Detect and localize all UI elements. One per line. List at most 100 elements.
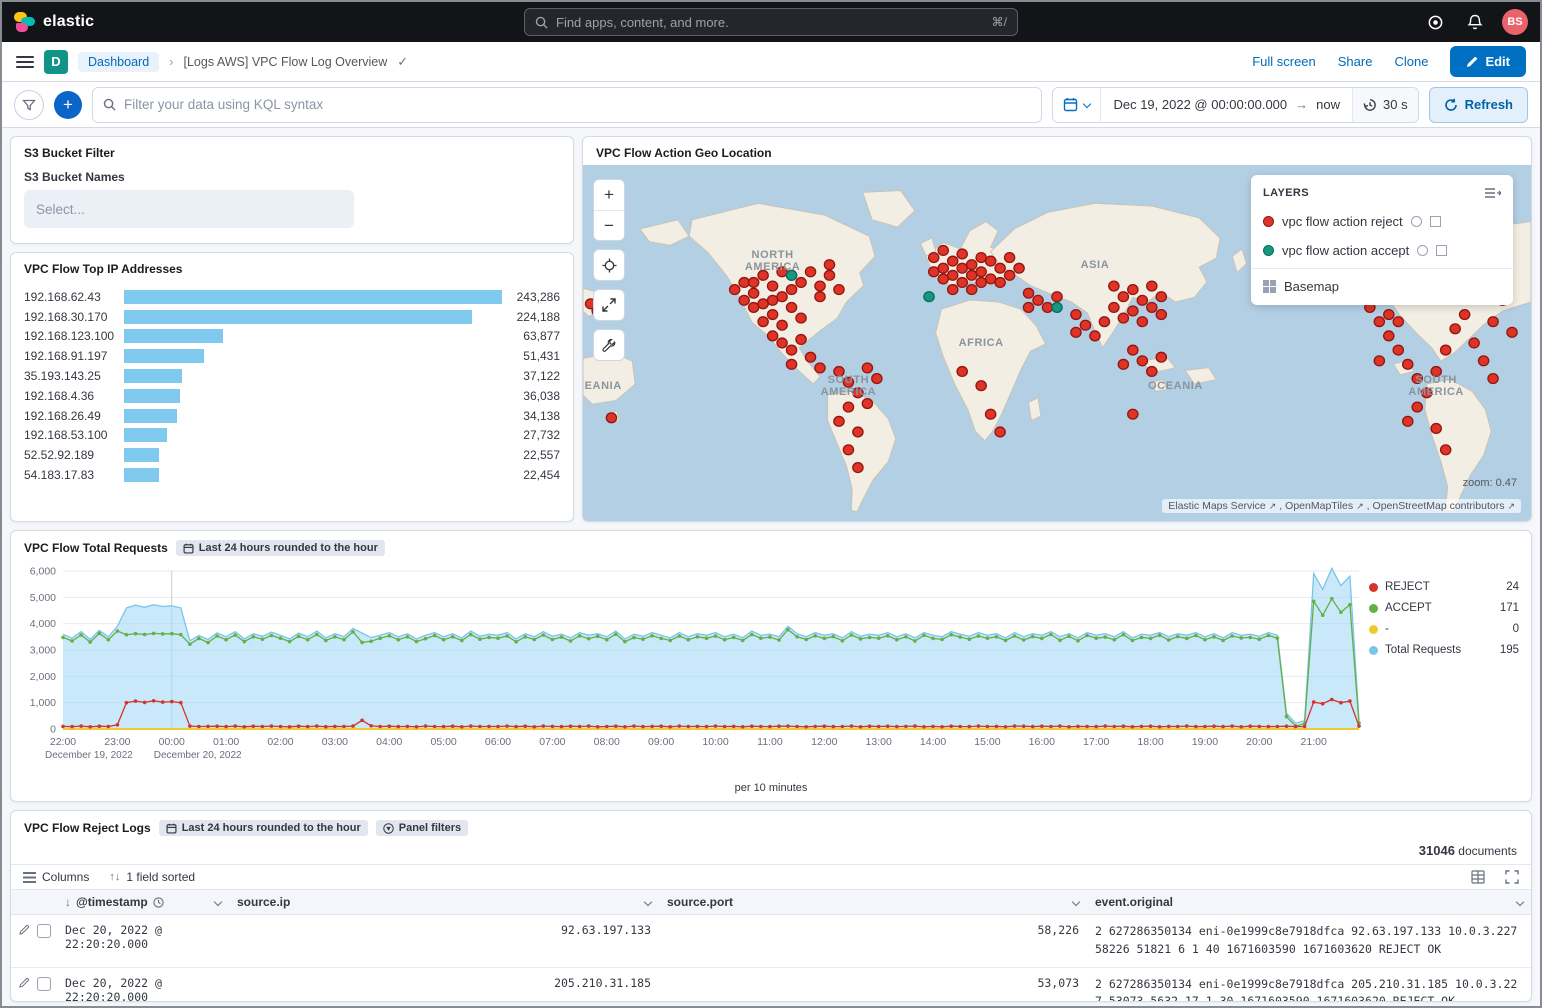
map-canvas[interactable]: NORTH AMERICASOUTH AMERICAAFRICAASIAOCEA… bbox=[583, 165, 1531, 521]
expand-row-pencil-icon[interactable] bbox=[19, 924, 30, 935]
map-zoom-level: zoom: 0.47 bbox=[1463, 477, 1517, 489]
zoom-out-button[interactable]: − bbox=[594, 210, 624, 240]
reject-geo-point bbox=[1460, 310, 1470, 320]
attribution-link[interactable]: OpenMapTiles bbox=[1285, 500, 1353, 512]
chevron-down-icon[interactable] bbox=[1072, 898, 1080, 906]
reject-geo-point bbox=[957, 278, 967, 288]
external-link-icon: ↗ bbox=[1356, 501, 1364, 512]
attribution-link[interactable]: OpenStreetMap contributors bbox=[1373, 500, 1505, 512]
ip-bar-track bbox=[124, 349, 502, 363]
share-link[interactable]: Share bbox=[1338, 54, 1373, 69]
column-header-timestamp[interactable]: ↓@timestamp bbox=[57, 890, 229, 914]
legend-item[interactable]: ACCEPT171 bbox=[1369, 602, 1519, 614]
fullscreen-link[interactable]: Full screen bbox=[1252, 54, 1316, 69]
time-range-end[interactable]: now bbox=[1316, 97, 1340, 112]
global-header: elastic Find apps, content, and more. ⌘/… bbox=[2, 2, 1540, 42]
space-badge[interactable]: D bbox=[44, 50, 68, 74]
clone-link[interactable]: Clone bbox=[1394, 54, 1428, 69]
ip-bar-track bbox=[124, 369, 502, 383]
legend-value: 0 bbox=[1513, 623, 1519, 635]
cloud-icon[interactable] bbox=[1422, 9, 1448, 35]
add-filter-button[interactable]: + bbox=[54, 91, 82, 119]
layer-item-reject[interactable]: vpc flow action reject bbox=[1251, 207, 1513, 236]
ip-bar-track bbox=[124, 448, 502, 462]
reject-logs-panel: VPC Flow Reject Logs Last 24 hours round… bbox=[10, 810, 1532, 1002]
reject-layer-dot-icon bbox=[1263, 216, 1274, 227]
refresh-button[interactable]: Refresh bbox=[1429, 87, 1528, 123]
saved-filter-sets-icon[interactable] bbox=[14, 90, 44, 120]
ip-label: 52.52.92.189 bbox=[24, 448, 124, 462]
table-row: Dec 20, 2022 @ 22:20:20.000205.210.31.18… bbox=[11, 968, 1531, 1002]
reject-geo-point bbox=[758, 317, 768, 327]
ip-bar bbox=[124, 389, 180, 403]
reject-geo-point bbox=[1137, 356, 1147, 366]
chevron-down-icon[interactable] bbox=[1516, 898, 1524, 906]
svg-text:10:00: 10:00 bbox=[702, 736, 728, 748]
reject-geo-point bbox=[1156, 310, 1166, 320]
svg-text:04:00: 04:00 bbox=[376, 736, 402, 748]
cell-source-port: 58,226 bbox=[659, 915, 1087, 967]
expand-row-pencil-icon[interactable] bbox=[19, 977, 30, 988]
layer-item-accept[interactable]: vpc flow action accept bbox=[1251, 236, 1513, 265]
panel-filters-badge[interactable]: Panel filters bbox=[376, 820, 468, 836]
layer-visibility-icon[interactable] bbox=[1417, 245, 1428, 256]
elastic-logo[interactable]: elastic bbox=[14, 11, 94, 33]
fullscreen-table-icon[interactable] bbox=[1505, 870, 1519, 884]
calendar-icon bbox=[1063, 97, 1078, 112]
kql-filter-input[interactable] bbox=[124, 97, 1031, 112]
layer-visibility-icon[interactable] bbox=[1411, 216, 1422, 227]
crosshair-locate-button[interactable] bbox=[594, 250, 624, 280]
sort-fields-button[interactable]: ↑↓ 1 field sorted bbox=[109, 870, 195, 884]
ip-bar-row: 52.52.92.18922,557 bbox=[24, 445, 560, 465]
columns-button[interactable]: Columns bbox=[23, 870, 89, 884]
layer-checkbox-icon[interactable] bbox=[1430, 216, 1441, 227]
ip-bar-track bbox=[124, 428, 502, 442]
reject-geo-point bbox=[805, 352, 815, 362]
legend-item[interactable]: -0 bbox=[1369, 623, 1519, 635]
sort-updown-icon: ↑↓ bbox=[109, 871, 120, 883]
ip-bar-row: 54.183.17.8322,454 bbox=[24, 465, 560, 485]
edit-button[interactable]: Edit bbox=[1450, 46, 1526, 77]
column-header-eventoriginal[interactable]: event.original bbox=[1087, 890, 1531, 914]
menu-hamburger-icon[interactable] bbox=[16, 56, 34, 68]
row-checkbox[interactable] bbox=[37, 924, 51, 938]
refresh-interval-control[interactable]: 30 s bbox=[1352, 88, 1418, 122]
global-search-input[interactable]: Find apps, content, and more. ⌘/ bbox=[524, 8, 1018, 36]
row-checkbox[interactable] bbox=[37, 977, 51, 991]
layer-checkbox-icon[interactable] bbox=[1436, 245, 1447, 256]
user-avatar[interactable]: BS bbox=[1502, 9, 1528, 35]
legend-item[interactable]: REJECT24 bbox=[1369, 581, 1519, 593]
reject-geo-point bbox=[957, 263, 967, 273]
expand-map-button[interactable] bbox=[594, 290, 624, 320]
svg-text:18:00: 18:00 bbox=[1137, 736, 1163, 748]
ip-value: 37,122 bbox=[502, 369, 560, 383]
zoom-in-button[interactable]: + bbox=[594, 180, 624, 210]
map-tools-wrench-button[interactable] bbox=[594, 330, 624, 360]
reject-geo-point bbox=[1042, 302, 1052, 312]
reject-geo-point bbox=[853, 427, 863, 437]
reject-geo-point bbox=[995, 427, 1005, 437]
display-options-grid-icon[interactable] bbox=[1471, 870, 1485, 884]
alerts-bell-icon[interactable] bbox=[1462, 9, 1488, 35]
reject-geo-point bbox=[853, 463, 863, 473]
ip-label: 54.183.17.83 bbox=[24, 468, 124, 482]
search-icon bbox=[535, 16, 548, 29]
collapse-layers-icon[interactable] bbox=[1485, 187, 1501, 199]
layer-item-basemap[interactable]: Basemap bbox=[1251, 272, 1513, 301]
ip-value: 243,286 bbox=[502, 290, 560, 304]
reject-geo-point bbox=[815, 363, 825, 373]
time-range-start[interactable]: Dec 19, 2022 @ 00:00:00.000 bbox=[1113, 97, 1287, 112]
attribution-link[interactable]: Elastic Maps Service bbox=[1168, 500, 1265, 512]
chevron-down-icon[interactable] bbox=[214, 898, 222, 906]
breadcrumb-dashboard[interactable]: Dashboard bbox=[78, 52, 159, 72]
legend-item[interactable]: Total Requests195 bbox=[1369, 644, 1519, 656]
reject-geo-point bbox=[767, 310, 777, 320]
ip-value: 51,431 bbox=[502, 349, 560, 363]
column-header-sourceport[interactable]: source.port bbox=[659, 890, 1087, 914]
s3-bucket-select[interactable]: Select... bbox=[24, 190, 354, 228]
calendar-dropdown[interactable] bbox=[1053, 88, 1101, 122]
chevron-down-icon[interactable] bbox=[644, 898, 652, 906]
column-header-sourceip[interactable]: source.ip bbox=[229, 890, 659, 914]
column-label: source.port bbox=[667, 895, 733, 909]
reject-geo-point bbox=[1488, 374, 1498, 384]
